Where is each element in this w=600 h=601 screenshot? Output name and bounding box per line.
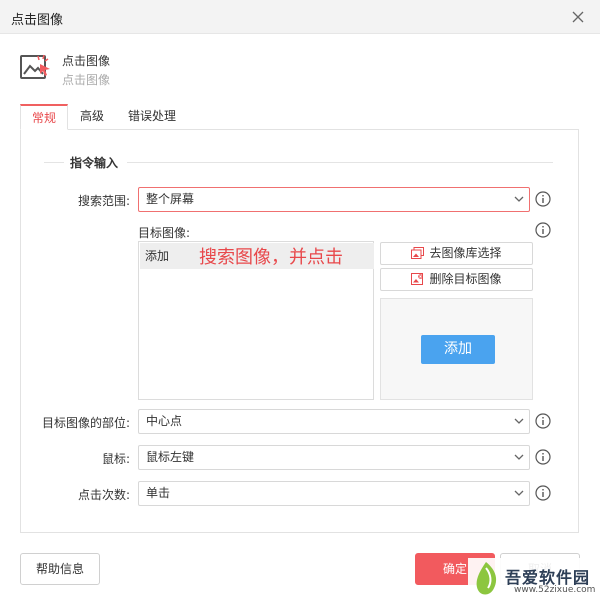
- target-part-select[interactable]: 中心点: [138, 409, 530, 434]
- chevron-down-icon: [514, 454, 524, 460]
- target-part-label: 目标图像的部位:: [41, 416, 130, 430]
- chevron-down-icon: [514, 490, 524, 496]
- search-range-select[interactable]: 整个屏幕: [138, 187, 530, 212]
- annotation-text: 搜索图像，并点击: [199, 247, 343, 268]
- click-count-value: 单击: [146, 486, 171, 500]
- section-title: 指令输入: [70, 156, 119, 170]
- mouse-label: 鼠标:: [101, 452, 130, 466]
- info-icon[interactable]: [535, 222, 551, 238]
- tab-general[interactable]: 常规: [20, 104, 68, 130]
- mouse-select[interactable]: 鼠标左键: [138, 445, 530, 470]
- watermark-url: www.52zixue.com: [514, 585, 596, 595]
- chevron-down-icon: [514, 196, 524, 202]
- image-preview: 添加: [380, 298, 533, 400]
- chevron-down-icon: [514, 418, 524, 424]
- click-count-select[interactable]: 单击: [138, 481, 530, 506]
- search-range-label: 搜索范围:: [77, 194, 130, 208]
- tab-advanced[interactable]: 高级: [80, 104, 104, 130]
- image-library-icon: [411, 247, 425, 259]
- search-range-value: 整个屏幕: [146, 192, 195, 206]
- delete-target-image-label: 删除目标图像: [429, 272, 502, 286]
- help-button[interactable]: 帮助信息: [20, 553, 100, 585]
- info-icon[interactable]: [535, 449, 551, 465]
- add-image-button[interactable]: 添加: [421, 335, 495, 364]
- mouse-value: 鼠标左键: [146, 450, 195, 464]
- section-divider: [44, 162, 64, 163]
- command-subtitle: 点击图像: [62, 73, 111, 87]
- choose-from-library-button[interactable]: 去图像库选择: [380, 242, 533, 265]
- info-icon[interactable]: [535, 191, 551, 207]
- delete-target-image-button[interactable]: 删除目标图像: [380, 268, 533, 291]
- info-icon[interactable]: [535, 485, 551, 501]
- command-name: 点击图像: [62, 54, 111, 68]
- click-count-label: 点击次数:: [77, 488, 130, 502]
- window-title: 点击图像: [11, 13, 64, 28]
- target-image-label: 目标图像:: [138, 226, 191, 240]
- section-divider: [127, 162, 553, 163]
- site-logo-icon: [476, 562, 497, 595]
- title-bar: 点击图像: [0, 0, 600, 34]
- delete-image-icon: [411, 273, 424, 285]
- target-part-value: 中心点: [146, 414, 183, 428]
- close-icon[interactable]: [570, 9, 586, 25]
- choose-from-library-label: 去图像库选择: [429, 246, 502, 260]
- tab-bar: 常规 高级 错误处理: [20, 104, 580, 130]
- info-icon[interactable]: [535, 413, 551, 429]
- watermark: 吾爱软件园 www.52zixue.com: [468, 558, 600, 601]
- tab-error-handling[interactable]: 错误处理: [128, 104, 176, 130]
- click-image-icon: [20, 54, 50, 79]
